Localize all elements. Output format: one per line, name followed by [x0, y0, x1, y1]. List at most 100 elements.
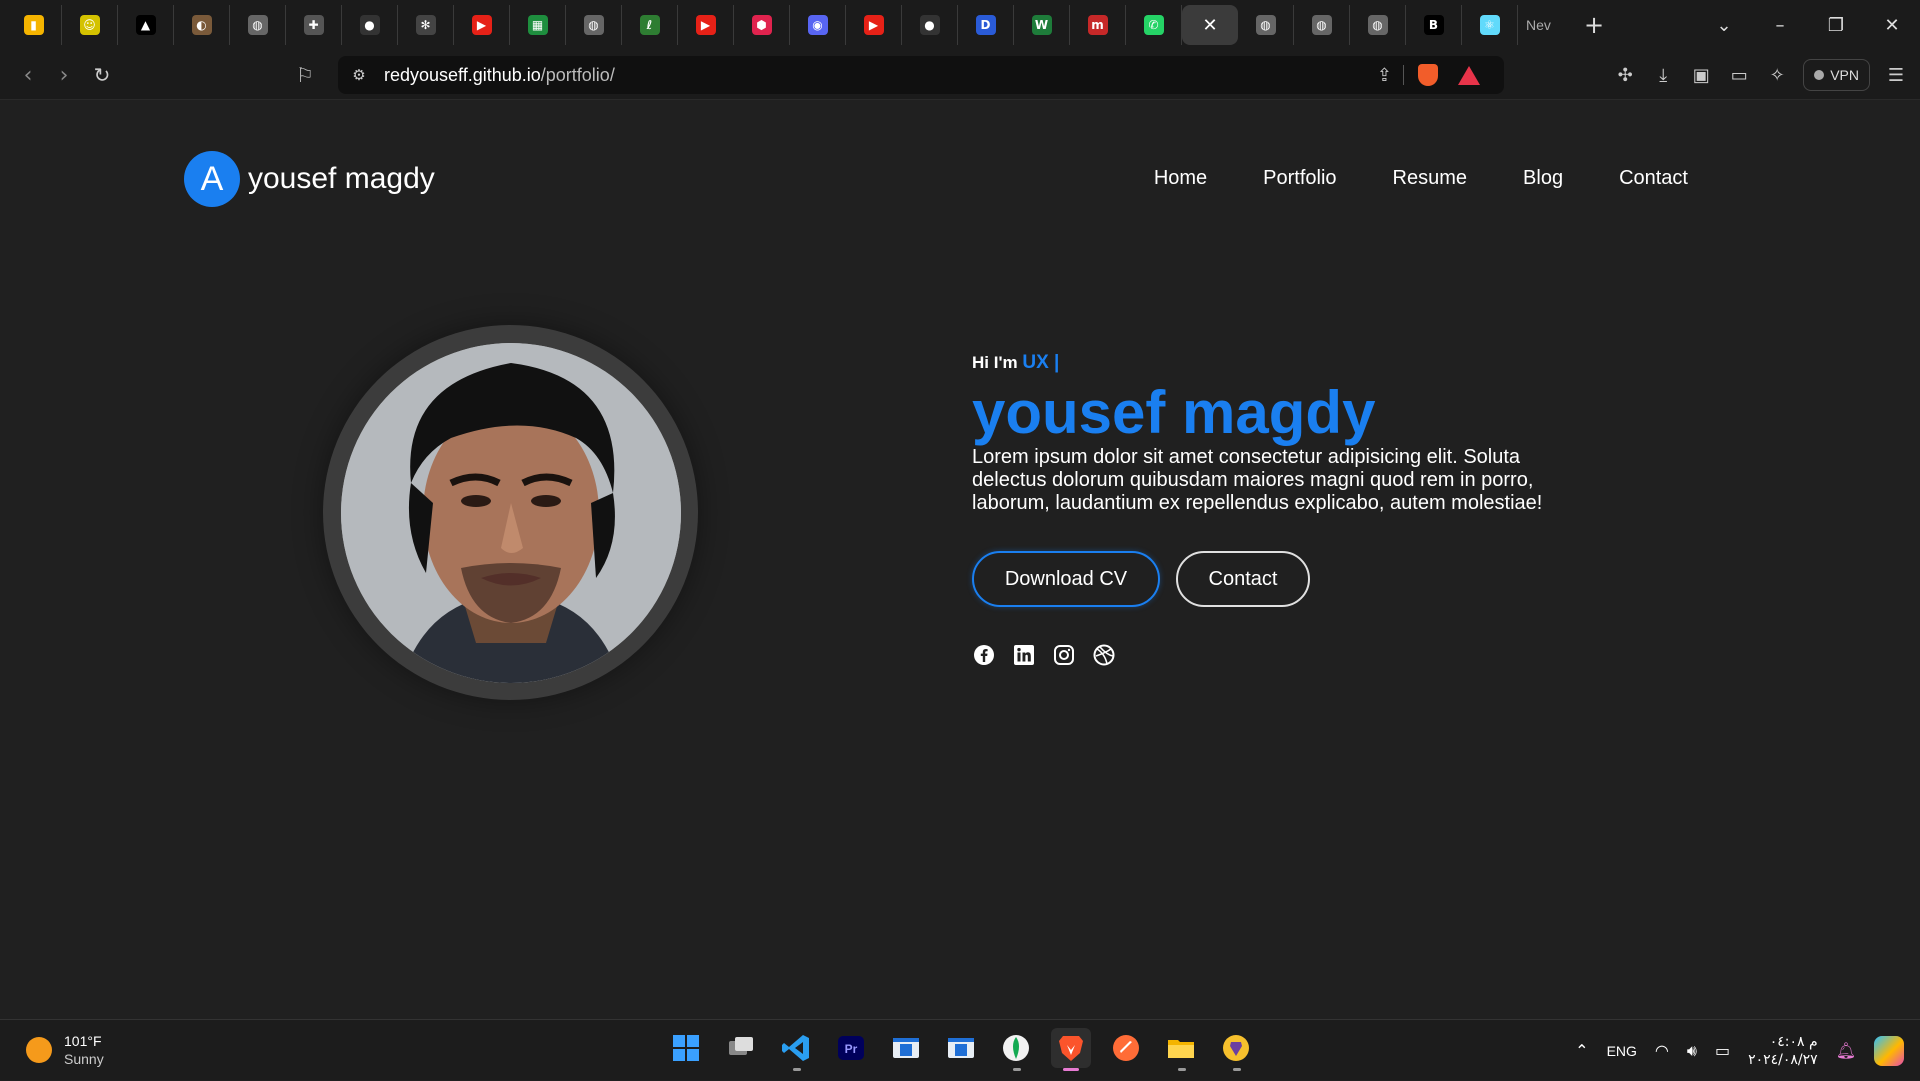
browser-tab[interactable]: ◍ [1350, 5, 1406, 45]
premiere-pro-icon[interactable]: Pr [831, 1028, 871, 1068]
forward-button[interactable]: › [52, 63, 76, 88]
sidebar-icon[interactable]: ▣ [1689, 65, 1713, 86]
tab-list: ▮ ☺ ▲ ◐ ◍ ✚ ● ✻ ▶ ▦ ◍ ℓ ▶ ⬢ ◉ ▶ ● D Wm ✆ ✕ ◍ ◍ ◍ B ⚛ Nev [0, 0, 1572, 50]
react-icon: ⚛ [1479, 15, 1500, 35]
browser-tab[interactable]: ◍ [1238, 5, 1294, 45]
wifi-icon[interactable]: ◠ [1655, 1041, 1669, 1060]
mongodb-compass-icon[interactable] [996, 1028, 1036, 1071]
site-logo[interactable]: A yousef magdy [184, 151, 435, 207]
site-settings-icon[interactable]: ⚙ [348, 64, 370, 86]
language-indicator[interactable]: ENG [1607, 1043, 1637, 1059]
vpn-label: VPN [1830, 67, 1859, 83]
download-cv-button[interactable]: Download CV [972, 551, 1160, 607]
browser-tab[interactable]: m [1070, 5, 1126, 45]
clock[interactable]: م ٠٤:٠٨ ٢٠٢٤/٠٨/٢٧ [1748, 1033, 1818, 1069]
dribbble-icon[interactable] [1092, 643, 1116, 667]
portrait-illustration [340, 342, 681, 683]
start-button[interactable] [666, 1028, 706, 1068]
nav-link-blog[interactable]: Blog [1523, 167, 1563, 190]
browser-tab[interactable]: ✕ [1182, 5, 1238, 45]
browser-tab[interactable]: ☺ [62, 5, 118, 45]
copilot-icon[interactable] [1874, 1035, 1904, 1066]
analytics-icon: ▮ [23, 15, 44, 35]
bookmark-icon[interactable]: ⚐ [296, 63, 314, 87]
browser-tab[interactable]: ▶ [846, 5, 902, 45]
browser-tab[interactable]: ● [342, 5, 398, 45]
running-indicator [1178, 1068, 1186, 1071]
notifications-bell-icon[interactable]: 🔔︎ [1836, 1041, 1856, 1060]
hero-section: Hi I'm UX | yousef magdy Lorem ipsum dol… [972, 352, 1592, 667]
browser-tab[interactable]: B [1406, 5, 1462, 45]
url-path: /portfolio/ [540, 64, 615, 85]
close-icon[interactable]: ✕ [1200, 15, 1220, 36]
browser-tab[interactable]: ℓ [622, 5, 678, 45]
browser-tab[interactable]: ▮ [6, 5, 62, 45]
share-icon[interactable]: ⇪ [1377, 65, 1392, 86]
browser-tab[interactable]: ⬢ [734, 5, 790, 45]
weather-widget[interactable]: 101°F Sunny [26, 1032, 104, 1068]
facebook-icon[interactable] [972, 643, 996, 667]
running-indicator [1013, 1068, 1021, 1071]
task-view-icon[interactable] [721, 1028, 761, 1068]
back-button[interactable]: ‹ [16, 63, 40, 88]
new-tab-button[interactable]: + [1572, 5, 1616, 45]
close-window-button[interactable]: ✕ [1864, 15, 1920, 36]
running-indicator [793, 1068, 801, 1071]
restore-button[interactable]: ❐ [1808, 15, 1864, 36]
minimize-button[interactable]: – [1752, 15, 1808, 36]
browser-tab[interactable]: W [1014, 5, 1070, 45]
browser-tab[interactable]: D [958, 5, 1014, 45]
file-explorer-icon[interactable] [1161, 1028, 1201, 1071]
vscode-icon[interactable] [776, 1028, 816, 1071]
wallet-icon[interactable]: ▭ [1727, 65, 1751, 86]
globe-icon: ◍ [1367, 15, 1388, 35]
extensions-icon[interactable]: ✣ [1613, 65, 1637, 86]
browser-tab[interactable]: ◍ [230, 5, 286, 45]
browser-tab[interactable]: ● [902, 5, 958, 45]
reload-button[interactable]: ↻ [90, 63, 114, 87]
downloads-icon[interactable]: ⤓ [1651, 65, 1675, 86]
github-icon: ● [359, 15, 380, 35]
show-hidden-icons-chevron-icon[interactable]: ⌃ [1575, 1041, 1588, 1060]
running-indicator [1063, 1068, 1079, 1071]
instagram-icon[interactable] [1052, 643, 1076, 667]
browser-tab[interactable]: ▲ [118, 5, 174, 45]
browser-tab[interactable]: ⚛ [1462, 5, 1518, 45]
discord-icon: ◉ [807, 15, 828, 35]
browser-tab[interactable]: ◐ [174, 5, 230, 45]
menu-icon[interactable]: ☰ [1884, 65, 1908, 86]
browser-tab[interactable]: ◍ [1294, 5, 1350, 45]
browser-tab[interactable]: ◍ [566, 5, 622, 45]
globe-icon: ◍ [247, 15, 268, 35]
postman-icon[interactable] [1106, 1028, 1146, 1068]
brave-shields-icon[interactable] [1418, 64, 1438, 86]
browser-tab-new-tab[interactable]: Nev [1518, 5, 1572, 45]
browser-tab[interactable]: ✚ [286, 5, 342, 45]
battery-icon[interactable]: ▭ [1715, 1041, 1730, 1060]
nav-link-resume[interactable]: Resume [1393, 167, 1467, 190]
nav-link-contact[interactable]: Contact [1619, 167, 1688, 190]
window-controls: ⌄ – ❐ ✕ [1696, 0, 1920, 50]
browser-tab[interactable]: ▶ [678, 5, 734, 45]
volume-icon[interactable]: 🔊︎ [1687, 1041, 1697, 1061]
brave-beta-icon[interactable] [1216, 1028, 1256, 1071]
brave-rewards-icon[interactable] [1458, 65, 1480, 85]
tab-search-chevron-icon[interactable]: ⌄ [1696, 15, 1752, 36]
browser-toolbar: ‹ › ↻ ⚐ ⚙ redyouseff.github.io/portfolio… [0, 50, 1920, 100]
browser-tab[interactable]: ▶ [454, 5, 510, 45]
nav-link-portfolio[interactable]: Portfolio [1263, 167, 1336, 190]
leo-ai-icon[interactable]: ✧ [1765, 65, 1789, 86]
address-bar[interactable]: ⚙ redyouseff.github.io/portfolio/ ⇪ [338, 56, 1504, 94]
browser-tab[interactable]: ✆ [1126, 5, 1182, 45]
contact-button[interactable]: Contact [1176, 551, 1310, 607]
nav-link-home[interactable]: Home [1154, 167, 1207, 190]
vpn-button[interactable]: VPN [1803, 59, 1870, 91]
browser-tab[interactable]: ◉ [790, 5, 846, 45]
brave-browser-icon[interactable] [1051, 1028, 1091, 1071]
url-text[interactable]: redyouseff.github.io/portfolio/ [384, 65, 615, 86]
window-app-icon-2[interactable] [941, 1028, 981, 1068]
browser-tab[interactable]: ✻ [398, 5, 454, 45]
window-app-icon[interactable] [886, 1028, 926, 1068]
linkedin-icon[interactable] [1012, 643, 1036, 667]
browser-tab[interactable]: ▦ [510, 5, 566, 45]
